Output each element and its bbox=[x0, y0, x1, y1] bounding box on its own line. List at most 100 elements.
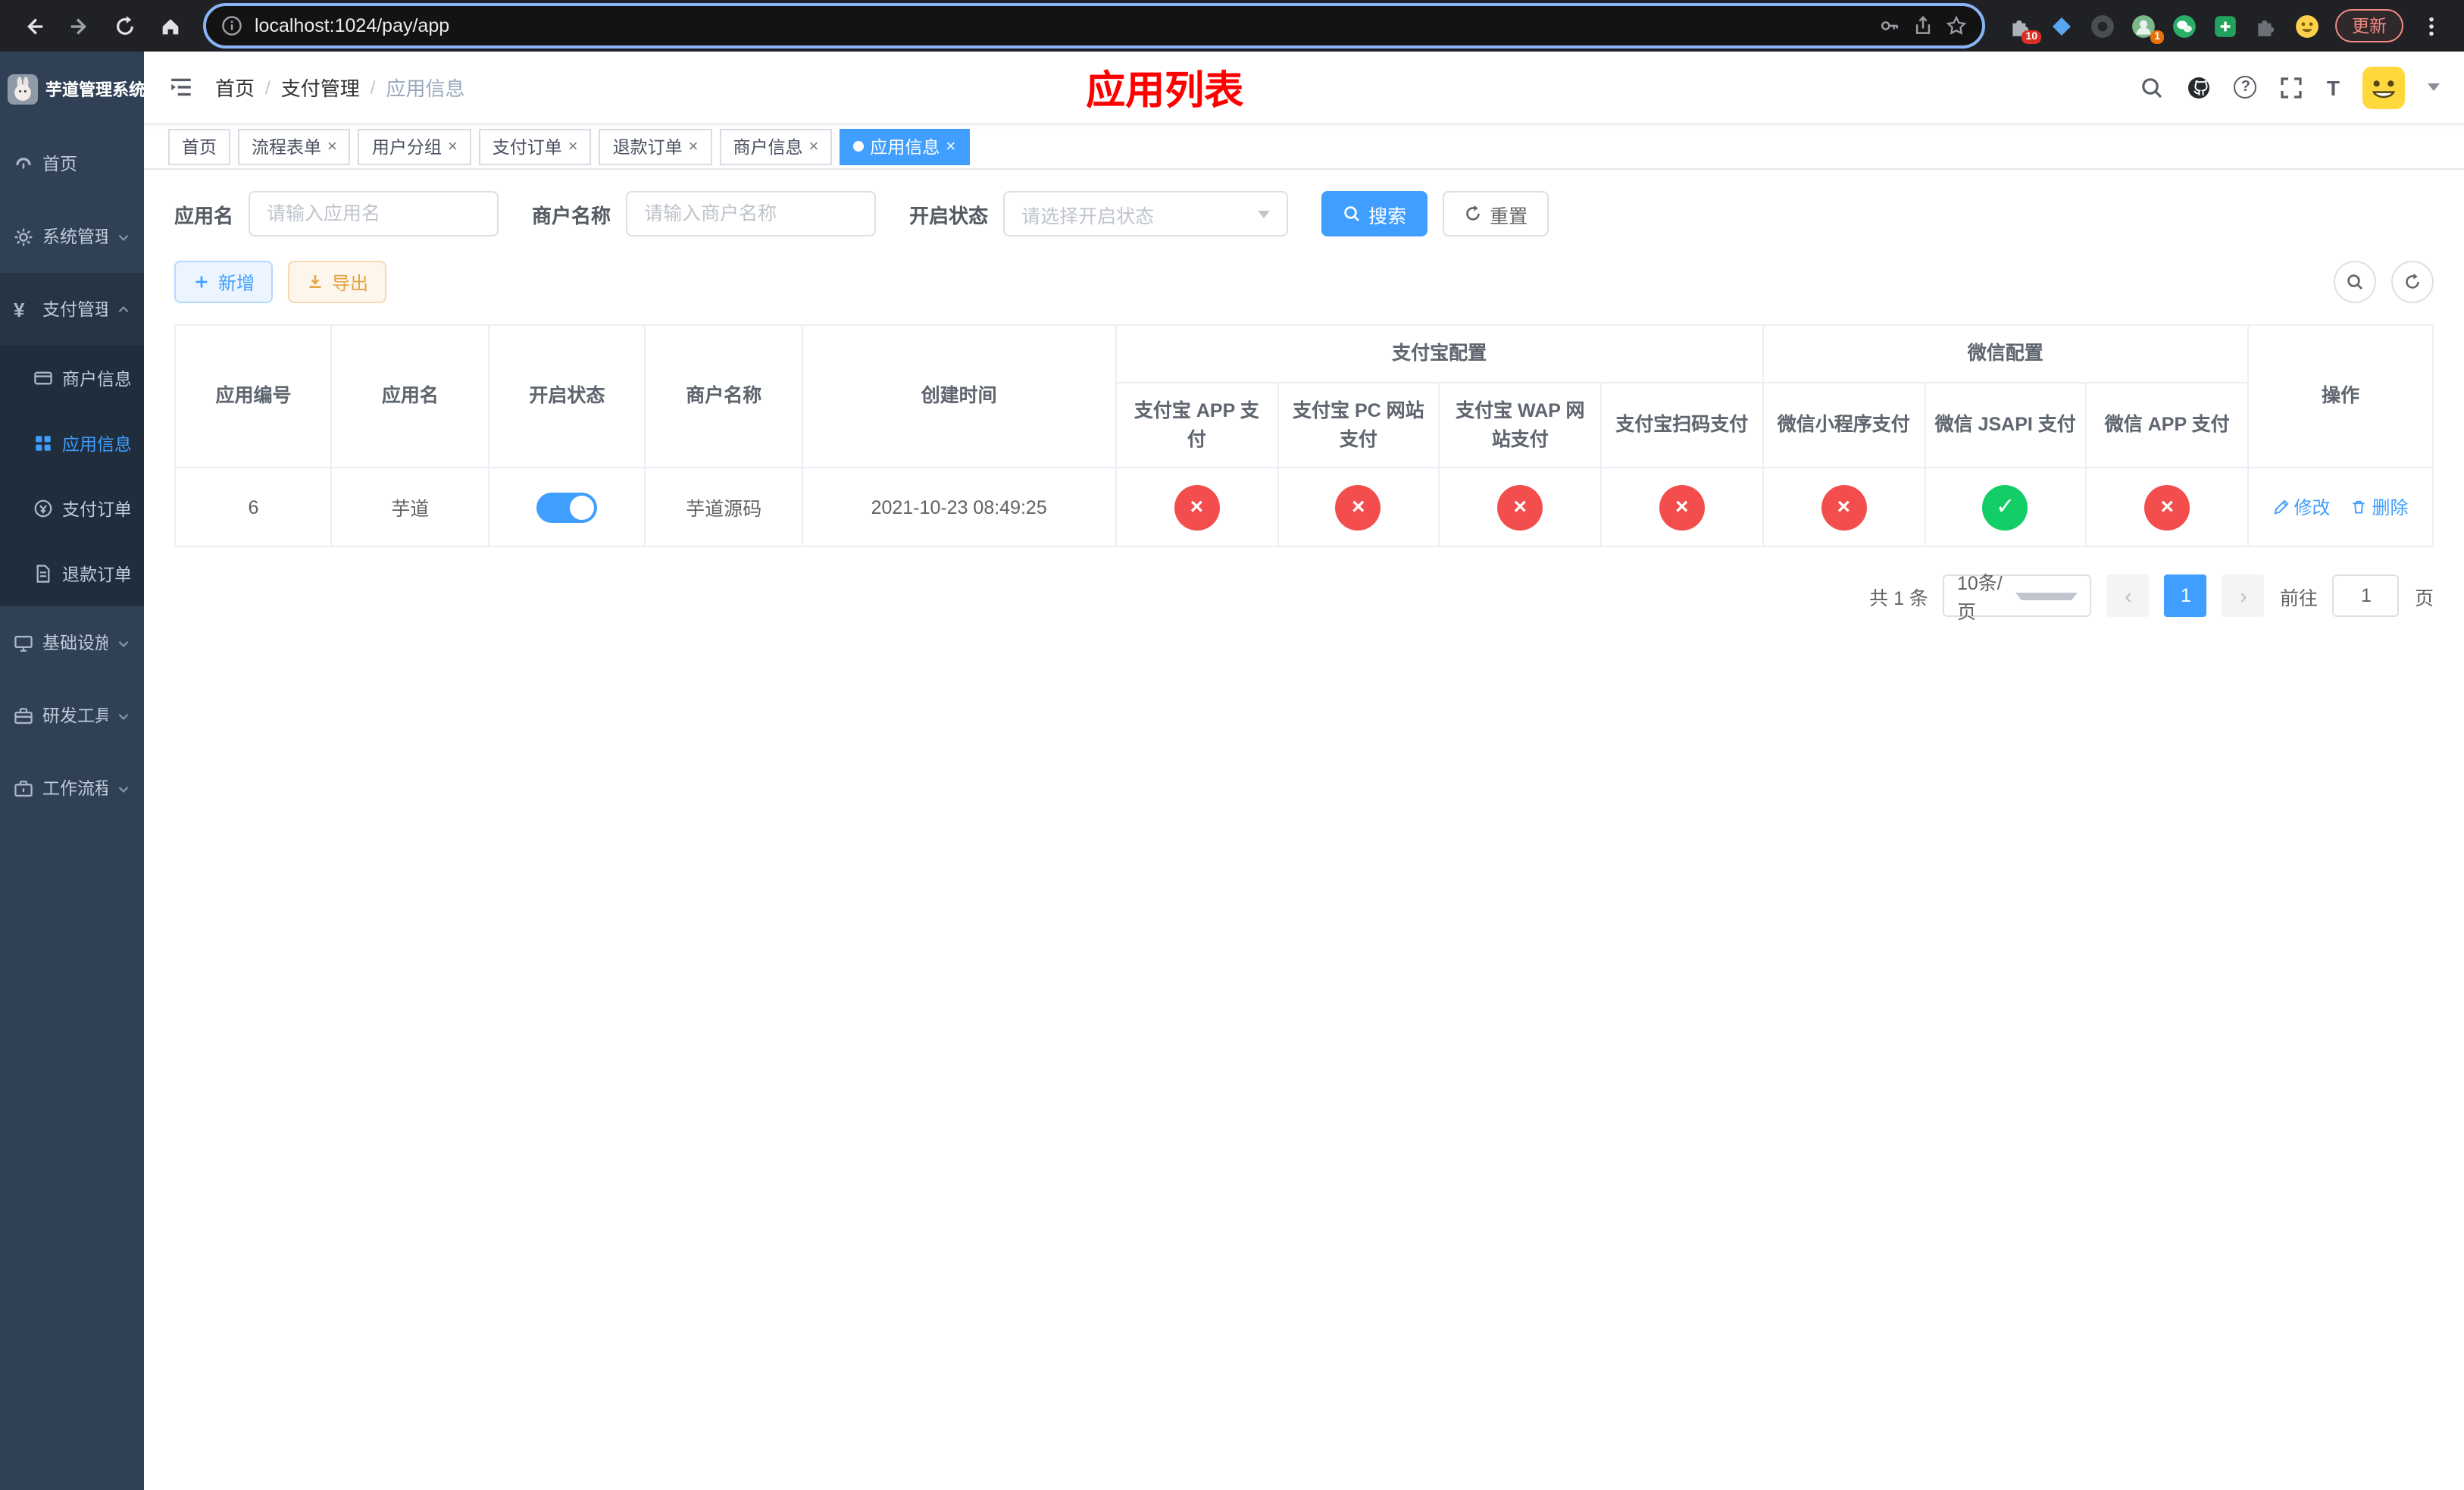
edit-link[interactable]: 修改 bbox=[2272, 494, 2331, 520]
wechat-lite-status-icon: × bbox=[1821, 484, 1867, 530]
user-avatar[interactable] bbox=[2362, 66, 2405, 108]
delete-link[interactable]: 删除 bbox=[2350, 494, 2409, 520]
col-app-name: 应用名 bbox=[330, 324, 489, 468]
browser-back-button[interactable] bbox=[15, 8, 52, 44]
goto-page-input[interactable] bbox=[2332, 574, 2400, 617]
sidebar-item-devtools[interactable]: 研发工具 bbox=[0, 679, 144, 752]
fullscreen-icon[interactable] bbox=[2280, 75, 2304, 99]
status-select[interactable]: 请选择开启状态 bbox=[1003, 191, 1289, 236]
avatar-extension-icon[interactable]: 1 bbox=[2129, 12, 2164, 44]
search-button[interactable]: 搜索 bbox=[1321, 191, 1428, 236]
extensions-puzzle-icon[interactable]: 10 bbox=[2006, 12, 2041, 44]
card-icon bbox=[33, 368, 53, 388]
tab-process-form[interactable]: 流程表单 × bbox=[238, 128, 351, 164]
sidebar-toggle-icon[interactable] bbox=[168, 74, 194, 100]
briefcase-icon bbox=[14, 778, 33, 798]
close-icon[interactable]: × bbox=[689, 137, 699, 155]
tab-pay-orders[interactable]: 支付订单 × bbox=[478, 128, 592, 164]
add-button[interactable]: 新增 bbox=[174, 261, 274, 303]
browser-menu-icon[interactable] bbox=[2412, 8, 2449, 44]
dark-circle-extension-icon[interactable] bbox=[2088, 12, 2115, 39]
dark-puzzle-extension-icon[interactable] bbox=[2252, 12, 2279, 39]
breadcrumb: 首页 / 支付管理 / 应用信息 bbox=[215, 73, 464, 102]
wechat-extension-icon[interactable] bbox=[2170, 12, 2197, 39]
tab-home[interactable]: 首页 bbox=[168, 128, 230, 164]
browser-forward-button[interactable] bbox=[61, 8, 97, 44]
status-toggle[interactable] bbox=[536, 492, 598, 522]
merchant-name-label: 商户名称 bbox=[532, 204, 611, 227]
sidebar-item-system[interactable]: 系统管理 bbox=[0, 200, 144, 273]
browser-reload-button[interactable] bbox=[106, 8, 142, 44]
next-page-button[interactable]: › bbox=[2222, 574, 2265, 617]
prev-page-button[interactable]: ‹ bbox=[2106, 574, 2150, 617]
page-number-button[interactable]: 1 bbox=[2164, 574, 2207, 617]
close-icon[interactable]: × bbox=[568, 137, 578, 155]
cell-app-name: 芋道 bbox=[330, 467, 489, 547]
sidebar-item-workflow[interactable]: 工作流程 bbox=[0, 752, 144, 825]
tab-refund-orders[interactable]: 退款订单 × bbox=[599, 128, 712, 164]
sidebar-item-infra[interactable]: 基础设施 bbox=[0, 606, 144, 679]
col-alipay-scan: 支付宝扫码支付 bbox=[1600, 382, 1764, 468]
browser-update-button[interactable]: 更新 bbox=[2335, 9, 2403, 42]
password-key-icon[interactable] bbox=[1879, 15, 1900, 36]
coin-icon bbox=[33, 499, 53, 518]
help-icon[interactable]: ? bbox=[2234, 76, 2257, 99]
close-icon[interactable]: × bbox=[448, 137, 458, 155]
cell-operations: 修改 删除 bbox=[2247, 467, 2434, 547]
col-alipay-pc: 支付宝 PC 网站支付 bbox=[1277, 382, 1440, 468]
refresh-table-button[interactable] bbox=[2391, 261, 2434, 303]
chevron-down-icon bbox=[117, 781, 130, 795]
close-icon[interactable]: × bbox=[327, 137, 337, 155]
sidebar-item-payment[interactable]: ¥ 支付管理 bbox=[0, 273, 144, 346]
app-logo[interactable]: 芋道管理系统 bbox=[0, 52, 144, 127]
export-button[interactable]: 导出 bbox=[288, 261, 387, 303]
total-count: 共 1 条 bbox=[1869, 587, 1928, 609]
share-icon[interactable] bbox=[1912, 15, 1934, 36]
merchant-name-input[interactable] bbox=[626, 191, 877, 236]
github-icon[interactable] bbox=[2187, 75, 2212, 99]
download-icon bbox=[309, 275, 321, 288]
monitor-icon bbox=[14, 633, 33, 653]
col-wechat-app: 微信 APP 支付 bbox=[2085, 382, 2249, 468]
alipay-pc-status-icon: × bbox=[1335, 484, 1381, 530]
gear-icon bbox=[14, 227, 33, 246]
bookmark-star-icon[interactable] bbox=[1946, 15, 1967, 36]
tab-app-info[interactable]: 应用信息 × bbox=[840, 128, 970, 164]
toggle-search-button[interactable] bbox=[2334, 261, 2376, 303]
app-name-input[interactable] bbox=[249, 191, 499, 236]
close-icon[interactable]: × bbox=[809, 137, 819, 155]
page-size-select[interactable]: 10条/页 bbox=[1943, 573, 2092, 623]
col-created: 创建时间 bbox=[801, 324, 1117, 468]
sidebar-item-refund-orders[interactable]: 退款订单 bbox=[0, 541, 144, 606]
sidebar-item-merchant-info[interactable]: 商户信息 bbox=[0, 346, 144, 411]
pencil-icon bbox=[2273, 499, 2289, 515]
sidebar-item-pay-orders[interactable]: 支付订单 bbox=[0, 476, 144, 541]
tab-user-group[interactable]: 用户分组 × bbox=[358, 128, 471, 164]
toolbox-icon bbox=[14, 706, 33, 725]
status-label: 开启状态 bbox=[909, 204, 989, 227]
alipay-scan-status-icon: × bbox=[1659, 484, 1705, 530]
sidebar-item-app-info[interactable]: 应用信息 bbox=[0, 411, 144, 476]
sidebar-item-home[interactable]: 首页 bbox=[0, 127, 144, 200]
site-info-icon[interactable] bbox=[221, 15, 242, 36]
browser-home-button[interactable] bbox=[152, 8, 188, 44]
trash-icon bbox=[2353, 500, 2366, 514]
search-icon[interactable] bbox=[2140, 75, 2165, 99]
breadcrumb-payment[interactable]: 支付管理 bbox=[281, 73, 360, 102]
active-tab-dot bbox=[853, 141, 865, 152]
font-size-icon[interactable]: T bbox=[2327, 75, 2340, 99]
gem-extension-icon[interactable] bbox=[2047, 12, 2075, 39]
user-menu-caret-icon[interactable] bbox=[2428, 83, 2440, 91]
col-wechat-lite: 微信小程序支付 bbox=[1762, 382, 1925, 468]
breadcrumb-home[interactable]: 首页 bbox=[215, 73, 255, 102]
tab-merchant-info[interactable]: 商户信息 × bbox=[719, 128, 833, 164]
address-bar[interactable]: localhost:1024/pay/app bbox=[203, 3, 1985, 49]
grid-icon bbox=[33, 434, 53, 453]
col-merchant: 商户名称 bbox=[644, 324, 803, 468]
url-text[interactable]: localhost:1024/pay/app bbox=[255, 15, 1867, 36]
reset-button[interactable]: 重置 bbox=[1443, 191, 1549, 236]
data-table: 应用编号 应用名 开启状态 商户名称 创建时间 支付宝配置 微信配置 操作 支付… bbox=[174, 324, 2434, 547]
close-icon[interactable]: × bbox=[946, 137, 955, 155]
green-app-extension-icon[interactable] bbox=[2211, 12, 2238, 39]
emoji-extension-icon[interactable] bbox=[2293, 12, 2320, 39]
